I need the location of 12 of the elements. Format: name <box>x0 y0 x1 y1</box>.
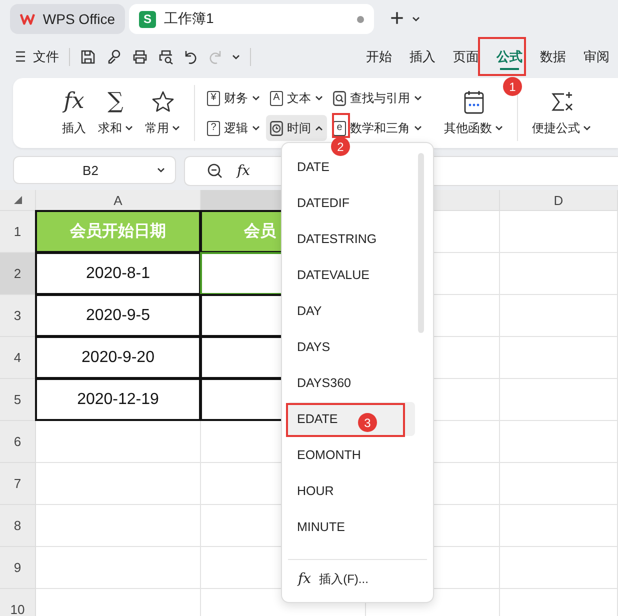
function-category-icon: ¥ <box>207 90 220 106</box>
function-icon: ∑ <box>108 90 124 114</box>
function-category-icon: e <box>333 120 346 136</box>
function-icon: fx <box>64 90 84 114</box>
function-category-icon: A <box>270 90 283 106</box>
function-category-icon: ? <box>207 120 220 136</box>
table-cell: 2020-9-5 <box>35 294 201 337</box>
table-cell: 2020-9-20 <box>35 336 201 379</box>
table-cell: 会员开始日期 <box>35 210 201 253</box>
table-cell: 2020-12-19 <box>35 378 201 421</box>
table-cell: 2020-8-1 <box>35 252 201 295</box>
spreadsheet-icon: S <box>139 10 156 28</box>
